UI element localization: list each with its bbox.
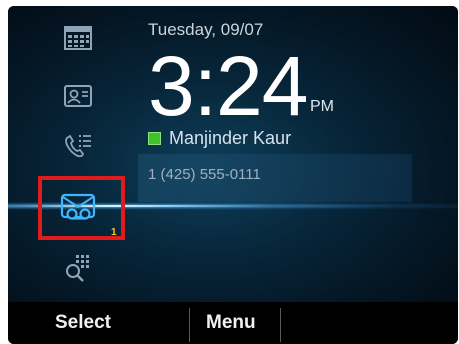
softkey-bar: Select Menu	[8, 302, 458, 344]
sidebar-item-call-history[interactable]	[58, 128, 98, 164]
presence-status-icon	[148, 132, 161, 145]
home-screen: 1 Tuesday, 09/07 3:24 PM Manjinder Kaur …	[8, 6, 458, 302]
calendar-icon	[64, 26, 92, 50]
user-presence: Manjinder Kaur	[148, 128, 291, 149]
voicemail-count-badge: 1	[111, 227, 117, 238]
user-name: Manjinder Kaur	[169, 128, 292, 148]
sidebar-item-dialpad-search[interactable]	[58, 250, 98, 286]
softkey-divider	[189, 308, 190, 342]
sidebar	[38, 6, 118, 302]
line-number: 1 (425) 555-0111	[148, 166, 261, 183]
dialpad-search-icon	[66, 255, 89, 282]
date-label: Tuesday, 09/07	[148, 20, 264, 39]
sidebar-item-calendar[interactable]	[58, 20, 98, 56]
clock-ampm: PM	[310, 98, 334, 115]
phone-display: 1 Tuesday, 09/07 3:24 PM Manjinder Kaur …	[8, 6, 458, 344]
call-history-icon	[65, 134, 91, 158]
clock-time: 3:24	[148, 39, 308, 133]
sidebar-item-contacts[interactable]	[58, 78, 98, 114]
select-softkey[interactable]: Select	[55, 302, 111, 344]
softkey-divider	[280, 308, 281, 342]
contacts-icon	[64, 85, 92, 107]
menu-softkey[interactable]: Menu	[206, 302, 256, 344]
